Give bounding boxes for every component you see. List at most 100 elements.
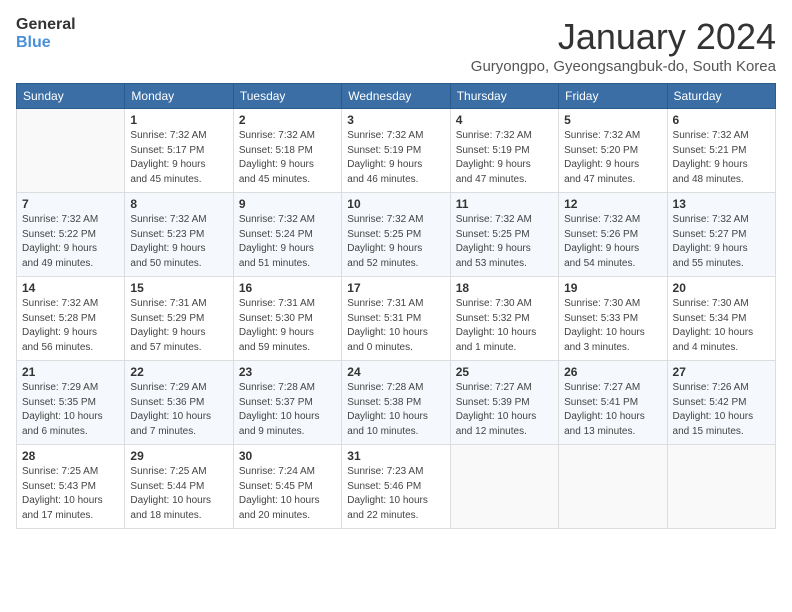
day-info: Sunrise: 7:32 AMSunset: 5:23 PMDaylight:… <box>130 213 227 271</box>
weekday-header-monday: Monday <box>125 84 233 109</box>
day-number: 15 <box>130 281 227 295</box>
day-info: Sunrise: 7:24 AMSunset: 5:45 PMDaylight:… <box>239 465 336 523</box>
day-info: Sunrise: 7:25 AMSunset: 5:44 PMDaylight:… <box>130 465 227 523</box>
calendar-cell <box>17 109 125 193</box>
day-info: Sunrise: 7:31 AMSunset: 5:31 PMDaylight:… <box>347 297 444 355</box>
calendar-cell: 23Sunrise: 7:28 AMSunset: 5:37 PMDayligh… <box>233 361 341 445</box>
logo-text: GeneralBlue <box>16 16 76 51</box>
weekday-header-row: SundayMondayTuesdayWednesdayThursdayFrid… <box>17 84 776 109</box>
weekday-header-thursday: Thursday <box>450 84 558 109</box>
week-row-1: 1 Sunrise: 7:32 AMSunset: 5:17 PMDaylight… <box>17 109 776 193</box>
day-info: Sunrise: 7:25 AMSunset: 5:43 PMDaylight:… <box>22 465 119 523</box>
calendar-cell: 24Sunrise: 7:28 AMSunset: 5:38 PMDayligh… <box>342 361 450 445</box>
calendar-cell: 31 Sunrise: 7:23 AMSunset: 5:46 PMDayligh… <box>342 445 450 529</box>
page-header: GeneralBlue January 2024 Guryongpo, Gyeo… <box>16 16 776 75</box>
weekday-header-saturday: Saturday <box>667 84 775 109</box>
day-info: Sunrise: 7:32 AMSunset: 5:21 PMDaylight:… <box>673 129 770 187</box>
calendar-cell: 30 Sunrise: 7:24 AMSunset: 5:45 PMDayligh… <box>233 445 341 529</box>
day-number: 23 <box>239 365 336 379</box>
calendar-cell: 29 Sunrise: 7:25 AMSunset: 5:44 PMDayligh… <box>125 445 233 529</box>
day-number: 25 <box>456 365 553 379</box>
calendar-cell: 13 Sunrise: 7:32 AMSunset: 5:27 PMDayligh… <box>667 193 775 277</box>
week-row-4: 21Sunrise: 7:29 AMSunset: 5:35 PMDayligh… <box>17 361 776 445</box>
calendar-cell: 12 Sunrise: 7:32 AMSunset: 5:26 PMDayligh… <box>559 193 667 277</box>
day-info: Sunrise: 7:23 AMSunset: 5:46 PMDaylight:… <box>347 465 444 523</box>
logo: GeneralBlue <box>16 16 76 51</box>
day-number: 26 <box>564 365 661 379</box>
calendar-cell: 27 Sunrise: 7:26 AMSunset: 5:42 PMDayligh… <box>667 361 775 445</box>
day-number: 7 <box>22 197 119 211</box>
day-number: 19 <box>564 281 661 295</box>
day-number: 16 <box>239 281 336 295</box>
day-info: Sunrise: 7:28 AMSunset: 5:38 PMDaylight:… <box>347 381 444 439</box>
calendar-cell: 3Sunrise: 7:32 AMSunset: 5:19 PMDaylight… <box>342 109 450 193</box>
week-row-2: 7 Sunrise: 7:32 AMSunset: 5:22 PMDaylight… <box>17 193 776 277</box>
day-info: Sunrise: 7:31 AMSunset: 5:29 PMDaylight:… <box>130 297 227 355</box>
calendar-cell: 25 Sunrise: 7:27 AMSunset: 5:39 PMDayligh… <box>450 361 558 445</box>
day-number: 6 <box>673 113 770 127</box>
calendar-cell: 26 Sunrise: 7:27 AMSunset: 5:41 PMDayligh… <box>559 361 667 445</box>
calendar-cell: 5 Sunrise: 7:32 AMSunset: 5:20 PMDaylight… <box>559 109 667 193</box>
title-block: January 2024 Guryongpo, Gyeongsangbuk-do… <box>471 16 776 75</box>
day-info: Sunrise: 7:26 AMSunset: 5:42 PMDaylight:… <box>673 381 770 439</box>
day-number: 5 <box>564 113 661 127</box>
day-info: Sunrise: 7:29 AMSunset: 5:35 PMDaylight:… <box>22 381 119 439</box>
day-number: 18 <box>456 281 553 295</box>
week-row-3: 14 Sunrise: 7:32 AMSunset: 5:28 PMDayligh… <box>17 277 776 361</box>
weekday-header-tuesday: Tuesday <box>233 84 341 109</box>
day-number: 13 <box>673 197 770 211</box>
day-number: 29 <box>130 449 227 463</box>
day-number: 27 <box>673 365 770 379</box>
day-number: 12 <box>564 197 661 211</box>
day-info: Sunrise: 7:30 AMSunset: 5:33 PMDaylight:… <box>564 297 661 355</box>
day-info: Sunrise: 7:31 AMSunset: 5:30 PMDaylight:… <box>239 297 336 355</box>
calendar-cell: 14 Sunrise: 7:32 AMSunset: 5:28 PMDayligh… <box>17 277 125 361</box>
day-info: Sunrise: 7:30 AMSunset: 5:32 PMDaylight:… <box>456 297 553 355</box>
calendar-cell: 18 Sunrise: 7:30 AMSunset: 5:32 PMDayligh… <box>450 277 558 361</box>
day-number: 20 <box>673 281 770 295</box>
day-number: 9 <box>239 197 336 211</box>
calendar-cell: 15 Sunrise: 7:31 AMSunset: 5:29 PMDayligh… <box>125 277 233 361</box>
calendar-cell: 11Sunrise: 7:32 AMSunset: 5:25 PMDayligh… <box>450 193 558 277</box>
calendar-cell: 1 Sunrise: 7:32 AMSunset: 5:17 PMDaylight… <box>125 109 233 193</box>
day-info: Sunrise: 7:32 AMSunset: 5:27 PMDaylight:… <box>673 213 770 271</box>
day-info: Sunrise: 7:29 AMSunset: 5:36 PMDaylight:… <box>130 381 227 439</box>
day-info: Sunrise: 7:27 AMSunset: 5:41 PMDaylight:… <box>564 381 661 439</box>
day-info: Sunrise: 7:32 AMSunset: 5:26 PMDaylight:… <box>564 213 661 271</box>
day-number: 10 <box>347 197 444 211</box>
weekday-header-wednesday: Wednesday <box>342 84 450 109</box>
day-number: 11 <box>456 197 553 211</box>
day-info: Sunrise: 7:32 AMSunset: 5:19 PMDaylight:… <box>456 129 553 187</box>
day-number: 30 <box>239 449 336 463</box>
day-info: Sunrise: 7:32 AMSunset: 5:20 PMDaylight:… <box>564 129 661 187</box>
day-info: Sunrise: 7:32 AMSunset: 5:22 PMDaylight:… <box>22 213 119 271</box>
calendar-cell: 16 Sunrise: 7:31 AMSunset: 5:30 PMDayligh… <box>233 277 341 361</box>
day-info: Sunrise: 7:32 AMSunset: 5:28 PMDaylight:… <box>22 297 119 355</box>
weekday-header-sunday: Sunday <box>17 84 125 109</box>
calendar-cell: 17Sunrise: 7:31 AMSunset: 5:31 PMDayligh… <box>342 277 450 361</box>
calendar-cell: 9Sunrise: 7:32 AMSunset: 5:24 PMDaylight… <box>233 193 341 277</box>
day-number: 31 <box>347 449 444 463</box>
day-info: Sunrise: 7:27 AMSunset: 5:39 PMDaylight:… <box>456 381 553 439</box>
calendar-cell <box>450 445 558 529</box>
calendar-cell: 20 Sunrise: 7:30 AMSunset: 5:34 PMDayligh… <box>667 277 775 361</box>
day-number: 14 <box>22 281 119 295</box>
day-info: Sunrise: 7:32 AMSunset: 5:25 PMDaylight:… <box>347 213 444 271</box>
location: Guryongpo, Gyeongsangbuk-do, South Korea <box>471 58 776 75</box>
month-title: January 2024 <box>471 16 776 58</box>
day-info: Sunrise: 7:30 AMSunset: 5:34 PMDaylight:… <box>673 297 770 355</box>
calendar-cell: 21Sunrise: 7:29 AMSunset: 5:35 PMDayligh… <box>17 361 125 445</box>
day-info: Sunrise: 7:32 AMSunset: 5:18 PMDaylight:… <box>239 129 336 187</box>
day-number: 22 <box>130 365 227 379</box>
calendar-cell: 22 Sunrise: 7:29 AMSunset: 5:36 PMDayligh… <box>125 361 233 445</box>
day-number: 1 <box>130 113 227 127</box>
calendar-cell: 8Sunrise: 7:32 AMSunset: 5:23 PMDaylight… <box>125 193 233 277</box>
day-info: Sunrise: 7:32 AMSunset: 5:17 PMDaylight:… <box>130 129 227 187</box>
calendar-cell: 7 Sunrise: 7:32 AMSunset: 5:22 PMDaylight… <box>17 193 125 277</box>
day-number: 2 <box>239 113 336 127</box>
calendar-cell: 19 Sunrise: 7:30 AMSunset: 5:33 PMDayligh… <box>559 277 667 361</box>
calendar-table: SundayMondayTuesdayWednesdayThursdayFrid… <box>16 83 776 529</box>
day-number: 3 <box>347 113 444 127</box>
week-row-5: 28Sunrise: 7:25 AMSunset: 5:43 PMDayligh… <box>17 445 776 529</box>
calendar-cell <box>559 445 667 529</box>
